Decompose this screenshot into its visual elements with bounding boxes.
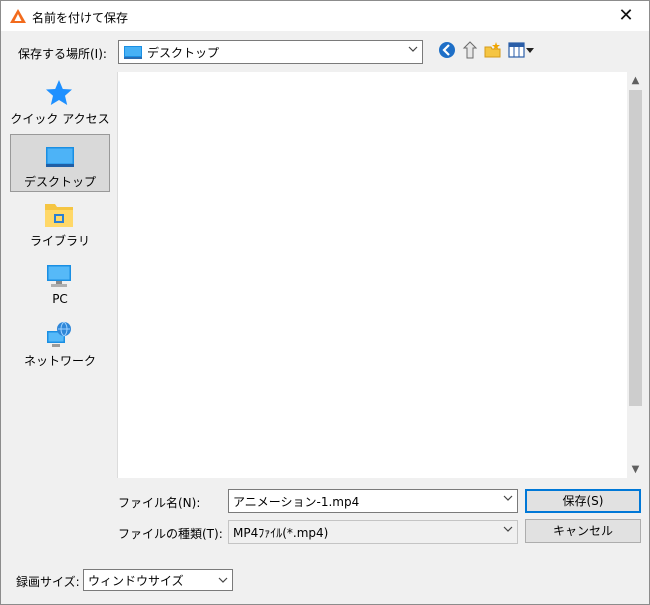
filename-input[interactable]: アニメーション-1.mp4: [228, 489, 518, 513]
app-logo-icon: [10, 9, 26, 23]
record-size-dropdown[interactable]: ウィンドウサイズ: [83, 569, 233, 591]
record-size-label: 録画サイズ:: [16, 575, 80, 589]
place-desktop[interactable]: デスクトップ: [10, 134, 110, 192]
title-bar: 名前を付けて保存 ✕: [1, 1, 649, 31]
filename-label: ファイル名(N):: [118, 496, 201, 510]
place-network[interactable]: ネットワーク: [10, 314, 110, 372]
place-label: PC: [52, 292, 68, 306]
save-in-label: 保存する場所(I):: [18, 47, 107, 61]
chevron-down-icon: [218, 577, 228, 583]
file-list-view[interactable]: ▲ ▼: [117, 72, 644, 478]
close-button[interactable]: ✕: [603, 1, 649, 31]
place-label: ネットワーク: [23, 354, 96, 368]
save-in-value: デスクトップ: [147, 46, 220, 60]
cancel-button[interactable]: キャンセル: [525, 519, 641, 543]
window-title: 名前を付けて保存: [32, 11, 129, 25]
scroll-down-icon[interactable]: ▼: [627, 461, 644, 478]
back-icon[interactable]: [438, 41, 456, 59]
filetype-label: ファイルの種類(T):: [118, 527, 223, 541]
place-label: ライブラリ: [29, 234, 90, 248]
scroll-thumb[interactable]: [629, 90, 642, 406]
desktop-small-icon: [124, 46, 142, 59]
place-label: デスクトップ: [23, 175, 96, 189]
place-quick-access[interactable]: クイック アクセス: [10, 72, 110, 130]
view-menu-icon[interactable]: [508, 42, 536, 58]
network-icon: [47, 321, 71, 347]
save-button[interactable]: 保存(S): [525, 489, 641, 513]
filename-value: アニメーション-1.mp4: [233, 495, 360, 509]
chevron-down-icon[interactable]: [503, 493, 513, 503]
record-size-value: ウィンドウサイズ: [88, 574, 184, 588]
vertical-scrollbar[interactable]: ▲ ▼: [627, 72, 644, 478]
save-as-dialog: 名前を付けて保存 ✕ 保存する場所(I): デスクトップ クイック アクセス デ…: [0, 0, 650, 605]
library-icon: [45, 204, 73, 227]
place-pc[interactable]: PC: [10, 254, 110, 312]
up-folder-icon[interactable]: [461, 41, 479, 59]
places-bar: クイック アクセス デスクトップ ライブラリ PC ネットワーク: [10, 72, 110, 547]
filetype-dropdown[interactable]: MP4ﾌｧｲﾙ(*.mp4): [228, 520, 518, 544]
chevron-down-icon: [503, 526, 513, 532]
pc-icon: [47, 265, 71, 287]
desktop-icon: [46, 147, 74, 167]
star-icon: [46, 80, 72, 105]
scroll-up-icon[interactable]: ▲: [627, 72, 644, 89]
chevron-down-icon: [408, 46, 418, 52]
filetype-value: MP4ﾌｧｲﾙ(*.mp4): [233, 526, 329, 540]
save-in-dropdown[interactable]: デスクトップ: [118, 40, 423, 64]
place-library[interactable]: ライブラリ: [10, 194, 110, 252]
new-folder-icon[interactable]: [484, 41, 502, 59]
place-label: クイック アクセス: [10, 112, 110, 126]
